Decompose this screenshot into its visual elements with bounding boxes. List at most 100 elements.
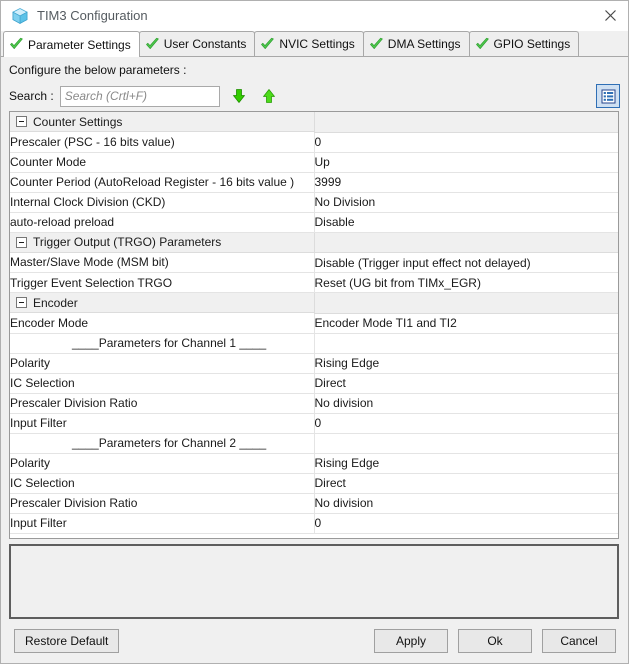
restore-default-button[interactable]: Restore Default <box>14 629 120 653</box>
param-name: Encoder Mode <box>10 313 314 334</box>
param-value[interactable]: No division <box>313 393 618 414</box>
param-value[interactable]: 3999 <box>313 172 618 193</box>
title-bar: TIM3 Configuration <box>1 1 628 31</box>
tab-bar: Parameter Settings User Constants NVIC S… <box>1 31 628 57</box>
table-group-row[interactable]: Encoder <box>10 292 618 314</box>
table-row[interactable]: Prescaler Division Ratio No division <box>10 493 618 514</box>
group-header-cell: Counter Settings <box>10 112 315 132</box>
channel-separator-cell: ____Parameters for Channel 1 ____ <box>10 333 314 354</box>
group-label: Trigger Output (TRGO) Parameters <box>33 235 222 249</box>
green-check-icon <box>145 37 160 52</box>
param-name: Polarity <box>10 453 314 474</box>
table-row[interactable]: Polarity Rising Edge <box>10 353 618 374</box>
group-label: Counter Settings <box>33 114 123 129</box>
green-check-icon <box>260 37 275 52</box>
channel-separator-label: ____Parameters for Channel 1 ____ <box>72 336 267 350</box>
tab-nvic-settings[interactable]: NVIC Settings <box>254 31 364 56</box>
param-value[interactable]: Encoder Mode TI1 and TI2 <box>313 313 618 334</box>
param-value[interactable]: Disable (Trigger input effect not delaye… <box>313 252 618 273</box>
parameter-table: Counter Settings Prescaler (PSC - 16 bit… <box>10 112 618 534</box>
collapse-icon[interactable] <box>16 236 27 248</box>
param-name: Input Filter <box>10 513 314 534</box>
param-value[interactable]: Rising Edge <box>313 453 618 474</box>
close-icon[interactable] <box>596 3 624 29</box>
param-value[interactable]: Disable <box>313 212 618 233</box>
param-name: Prescaler Division Ratio <box>10 493 314 514</box>
param-value[interactable]: Up <box>313 152 618 173</box>
tab-dma-settings[interactable]: DMA Settings <box>362 31 470 56</box>
param-name: auto-reload preload <box>10 212 314 233</box>
table-row[interactable]: Encoder Mode Encoder Mode TI1 and TI2 <box>10 313 618 334</box>
table-separator-row: ____Parameters for Channel 1 ____ <box>10 333 618 354</box>
param-value[interactable]: No division <box>313 493 618 514</box>
ok-button[interactable]: Ok <box>458 629 532 653</box>
param-name: Input Filter <box>10 413 314 434</box>
tab-panel-parameter-settings: Configure the below parameters : Search … <box>1 57 628 663</box>
table-group-row[interactable]: Trigger Output (TRGO) Parameters <box>10 232 618 253</box>
search-input[interactable] <box>59 85 220 107</box>
green-check-icon <box>369 37 384 52</box>
param-value[interactable]: Reset (UG bit from TIMx_EGR) <box>313 272 618 293</box>
group-value-cell <box>313 292 618 314</box>
table-row[interactable]: auto-reload preload Disable <box>10 212 618 233</box>
param-name: IC Selection <box>10 473 314 494</box>
green-check-icon <box>475 37 490 52</box>
cube-icon <box>11 7 29 25</box>
window-title: TIM3 Configuration <box>37 8 148 23</box>
channel-separator-label: ____Parameters for Channel 2 ____ <box>72 436 267 450</box>
table-row[interactable]: Input Filter 0 <box>10 513 618 534</box>
arrow-down-icon[interactable] <box>228 85 250 107</box>
parameter-table-container[interactable]: Counter Settings Prescaler (PSC - 16 bit… <box>9 111 619 539</box>
table-row[interactable]: Internal Clock Division (CKD) No Divisio… <box>10 192 618 213</box>
search-row: Search : <box>1 81 628 111</box>
cancel-button[interactable]: Cancel <box>542 629 616 653</box>
param-value[interactable]: 0 <box>313 413 618 434</box>
tab-label: GPIO Settings <box>493 37 571 51</box>
search-label: Search : <box>9 89 54 103</box>
tab-gpio-settings[interactable]: GPIO Settings <box>468 31 580 56</box>
table-row[interactable]: Counter Mode Up <box>10 152 618 173</box>
table-row[interactable]: Polarity Rising Edge <box>10 453 618 474</box>
param-name: Polarity <box>10 353 314 374</box>
group-value-cell <box>313 112 618 133</box>
collapse-icon[interactable] <box>16 116 27 127</box>
param-value[interactable]: 0 <box>313 132 618 153</box>
apply-button[interactable]: Apply <box>374 629 448 653</box>
channel-separator-value <box>313 333 618 354</box>
table-row[interactable]: IC Selection Direct <box>10 373 618 394</box>
param-value[interactable]: 0 <box>313 513 618 534</box>
table-row[interactable]: Prescaler (PSC - 16 bits value) 0 <box>10 132 618 153</box>
param-value[interactable]: Rising Edge <box>313 353 618 374</box>
param-name: Prescaler Division Ratio <box>10 393 314 414</box>
param-value[interactable]: No Division <box>313 192 618 213</box>
param-value[interactable]: Direct <box>313 373 618 394</box>
arrow-up-icon[interactable] <box>258 85 280 107</box>
tab-label: NVIC Settings <box>279 37 355 51</box>
primary-button-group: Apply Ok Cancel <box>374 629 616 653</box>
group-label: Encoder <box>33 295 78 310</box>
table-row[interactable]: Trigger Event Selection TRGO Reset (UG b… <box>10 272 618 293</box>
param-name: IC Selection <box>10 373 314 394</box>
table-row[interactable]: Input Filter 0 <box>10 413 618 434</box>
param-value[interactable]: Direct <box>313 473 618 494</box>
table-row[interactable]: Prescaler Division Ratio No division <box>10 393 618 414</box>
tab-parameter-settings[interactable]: Parameter Settings <box>3 31 140 57</box>
param-name: Counter Mode <box>10 152 314 173</box>
table-group-row[interactable]: Counter Settings <box>10 112 618 133</box>
param-name: Counter Period (AutoReload Register - 16… <box>10 172 314 193</box>
tab-label: User Constants <box>163 37 247 51</box>
param-name: Trigger Event Selection TRGO <box>10 272 314 293</box>
table-row[interactable]: Master/Slave Mode (MSM bit) Disable (Tri… <box>10 252 618 273</box>
channel-separator-value <box>313 433 618 454</box>
collapse-icon[interactable] <box>16 297 27 308</box>
tab-user-constants[interactable]: User Constants <box>138 31 256 56</box>
group-header-cell: Trigger Output (TRGO) Parameters <box>10 232 315 253</box>
table-row[interactable]: Counter Period (AutoReload Register - 16… <box>10 172 618 193</box>
param-name: Internal Clock Division (CKD) <box>10 192 314 213</box>
group-value-cell <box>313 232 618 253</box>
green-check-icon <box>9 37 24 52</box>
tab-label: DMA Settings <box>387 37 461 51</box>
table-row[interactable]: IC Selection Direct <box>10 473 618 494</box>
list-view-icon[interactable] <box>596 84 620 108</box>
dialog-button-bar: Restore Default Apply Ok Cancel <box>1 619 628 663</box>
